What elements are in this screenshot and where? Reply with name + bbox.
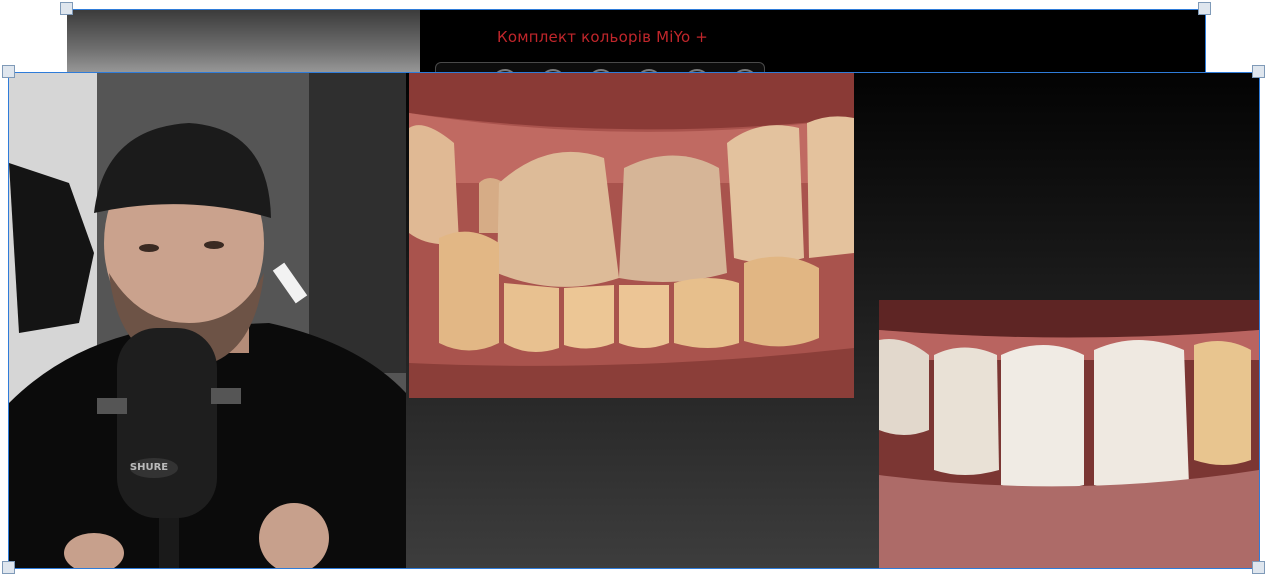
back-slide[interactable]: Комплект кольорів MiYo + bbox=[67, 10, 1205, 74]
resize-handle-front-bottom-left[interactable] bbox=[2, 561, 15, 574]
back-selection-top-border bbox=[67, 9, 1205, 10]
webcam-video: SHURE bbox=[9, 73, 406, 568]
teeth-after-photo[interactable] bbox=[879, 300, 1259, 568]
webcam-scene: SHURE bbox=[9, 73, 406, 568]
front-selection-left-border bbox=[8, 72, 9, 569]
back-selection-right-border bbox=[1205, 9, 1206, 73]
front-selection-bottom-border bbox=[9, 568, 1259, 569]
teeth-after-illustration bbox=[879, 300, 1259, 568]
teeth-before-illustration bbox=[409, 73, 854, 398]
front-slide[interactable]: SHURE bbox=[9, 73, 1259, 568]
back-slide-webcam-strip bbox=[67, 10, 420, 74]
resize-handle-front-top-left[interactable] bbox=[2, 65, 15, 78]
front-selection-top-border bbox=[9, 72, 1259, 73]
mic-brand-label: SHURE bbox=[130, 462, 168, 473]
front-selection-right-border bbox=[1259, 72, 1260, 569]
teeth-before-photo[interactable] bbox=[409, 73, 854, 398]
resize-handle-back-top-left[interactable] bbox=[60, 2, 73, 15]
resize-handle-front-top-right[interactable] bbox=[1252, 65, 1265, 78]
resize-handle-front-bottom-right[interactable] bbox=[1252, 561, 1265, 574]
back-slide-title: Комплект кольорів MiYo + bbox=[497, 28, 709, 46]
resize-handle-back-top-right[interactable] bbox=[1198, 2, 1211, 15]
